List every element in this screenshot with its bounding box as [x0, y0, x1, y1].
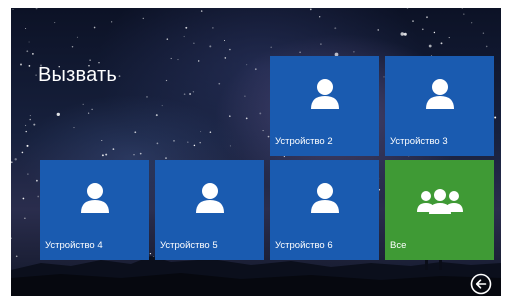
- device-tile-2[interactable]: Устройство 2: [270, 56, 379, 156]
- person-icon: [40, 180, 149, 219]
- device-tile-label: Устройство 6: [275, 240, 333, 251]
- device-tile-3[interactable]: Устройство 3: [385, 56, 494, 156]
- back-arrow-icon: [470, 273, 492, 295]
- group-icon: [385, 188, 494, 219]
- person-icon: [385, 76, 494, 115]
- device-tile-label: Устройство 5: [160, 240, 218, 251]
- all-devices-label: Все: [390, 240, 407, 251]
- person-icon: [155, 180, 264, 219]
- device-tile-5[interactable]: Устройство 5: [155, 160, 264, 260]
- device-tile-label: Устройство 2: [275, 136, 333, 147]
- device-tile-label: Устройство 3: [390, 136, 448, 147]
- person-icon: [270, 180, 379, 219]
- intercom-screen: Вызвать Устройство 2 Устройство 3 Устрой…: [11, 8, 501, 296]
- back-button[interactable]: [470, 273, 492, 295]
- device-tile-6[interactable]: Устройство 6: [270, 160, 379, 260]
- device-tile-label: Устройство 4: [45, 240, 103, 251]
- all-devices-tile[interactable]: Все: [385, 160, 494, 260]
- page-title: Вызвать: [38, 64, 117, 86]
- person-icon: [270, 76, 379, 115]
- device-tile-4[interactable]: Устройство 4: [40, 160, 149, 260]
